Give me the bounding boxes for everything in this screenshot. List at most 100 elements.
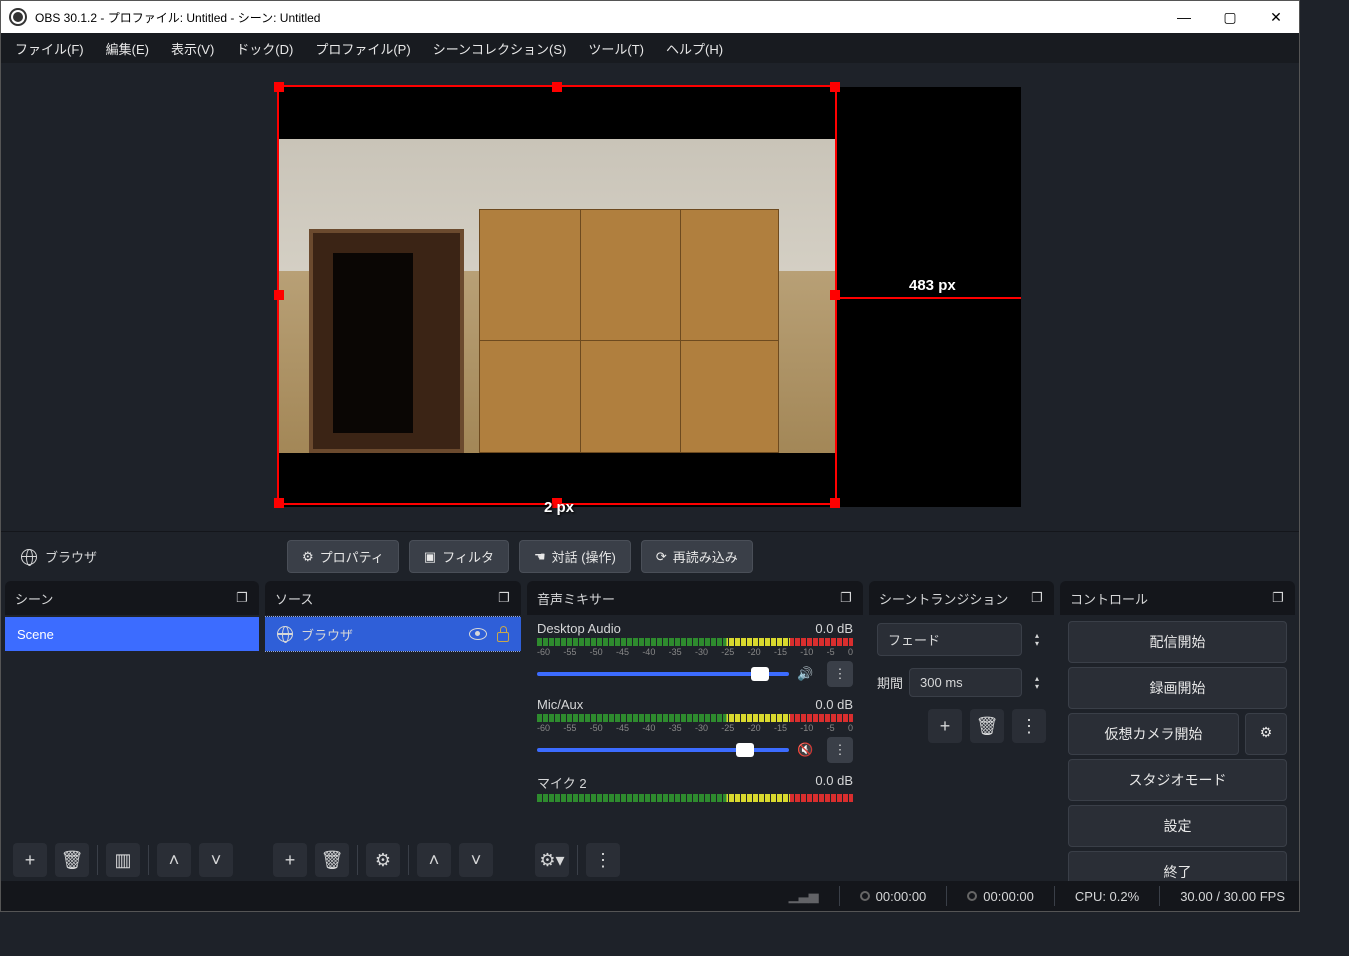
remove-transition-button[interactable]: 🗑 (970, 709, 1004, 743)
mixer-settings-button[interactable]: ⚙▾ (535, 843, 569, 877)
channel-level: 0.0 dB (815, 697, 853, 712)
menu-help[interactable]: ヘルプ(H) (656, 35, 733, 62)
volume-slider[interactable] (537, 748, 789, 752)
filter-icon: ▣ (424, 549, 436, 565)
menu-dock[interactable]: ドック(D) (226, 35, 303, 62)
cpu-status: CPU: 0.2% (1075, 889, 1139, 904)
studio-mode-button[interactable]: スタジオモード (1068, 759, 1287, 801)
speaker-muted-icon[interactable]: 🔇 (797, 742, 819, 758)
interact-button[interactable]: ☚対話 (操作) (519, 540, 631, 573)
start-recording-button[interactable]: 録画開始 (1068, 667, 1287, 709)
menu-edit[interactable]: 編集(E) (96, 35, 159, 62)
maximize-button[interactable]: ▢ (1207, 1, 1253, 33)
remove-source-button[interactable]: 🗑 (315, 843, 349, 877)
selection-box[interactable] (277, 85, 837, 505)
channel-name: Desktop Audio (537, 621, 621, 636)
sources-title: ソース (275, 589, 313, 608)
popout-icon[interactable]: ❐ (1026, 587, 1048, 609)
source-properties-button[interactable]: ⚙ (366, 843, 400, 877)
browser-source-icon (277, 626, 293, 642)
channel-name: マイク 2 (537, 773, 587, 792)
resize-handle-ml[interactable] (274, 290, 284, 300)
popout-icon[interactable]: ❐ (835, 587, 857, 609)
live-indicator-icon (860, 891, 870, 901)
transition-spinner[interactable]: ▴▾ (1028, 633, 1046, 647)
window-title: OBS 30.1.2 - プロファイル: Untitled - シーン: Unt… (35, 9, 1161, 26)
scene-down-button[interactable]: ˅ (199, 843, 233, 877)
scene-filter-button[interactable]: ▥ (106, 843, 140, 877)
properties-button[interactable]: ⚙プロパティ (287, 540, 399, 573)
channel-level: 0.0 dB (815, 621, 853, 636)
menu-view[interactable]: 表示(V) (161, 35, 224, 62)
start-streaming-button[interactable]: 配信開始 (1068, 621, 1287, 663)
controls-panel: コントロール ❐ 配信開始 録画開始 仮想カメラ開始 ⚙ スタジオモード 設定 終… (1060, 581, 1295, 881)
app-window: OBS 30.1.2 - プロファイル: Untitled - シーン: Unt… (0, 0, 1300, 912)
minimize-button[interactable]: — (1161, 1, 1207, 33)
resize-handle-tm[interactable] (552, 82, 562, 92)
channel-menu-button[interactable]: ⋮ (827, 661, 853, 687)
menu-file[interactable]: ファイル(F) (5, 35, 94, 62)
scene-item[interactable]: Scene (5, 617, 259, 651)
lock-toggle-icon[interactable] (497, 632, 509, 642)
scenes-panel: シーン ❐ Scene + 🗑 ▥ ˄ ˅ (5, 581, 259, 881)
resize-handle-tr[interactable] (830, 82, 840, 92)
titlebar[interactable]: OBS 30.1.2 - プロファイル: Untitled - シーン: Unt… (1, 1, 1299, 33)
menu-profile[interactable]: プロファイル(P) (305, 35, 420, 62)
add-scene-button[interactable]: + (13, 843, 47, 877)
audio-meter (537, 638, 853, 646)
duration-label: 期間 (877, 673, 903, 692)
transition-select[interactable]: フェード (877, 623, 1022, 656)
resize-handle-tl[interactable] (274, 82, 284, 92)
rec-indicator-icon (967, 891, 977, 901)
exit-button[interactable]: 終了 (1068, 851, 1287, 881)
status-bar: ▁▃▅ 00:00:00 00:00:00 CPU: 0.2% 30.00 / … (1, 881, 1299, 911)
db-scale: -60-55-50-45-40-35-30-25-20-15-10-50 (537, 647, 853, 657)
rec-time: 00:00:00 (983, 889, 1034, 904)
audio-mixer-panel: 音声ミキサー ❐ Desktop Audio 0.0 dB -60-55-50-45… (527, 581, 863, 881)
volume-slider[interactable] (537, 672, 789, 676)
scene-up-button[interactable]: ˄ (157, 843, 191, 877)
duration-input[interactable]: 300 ms (909, 668, 1022, 697)
menu-scene-collection[interactable]: シーンコレクション(S) (423, 35, 577, 62)
mixer-channel: Mic/Aux0.0 dB -60-55-50-45-40-35-30-25-2… (527, 693, 863, 763)
popout-icon[interactable]: ❐ (493, 587, 515, 609)
remove-scene-button[interactable]: 🗑 (55, 843, 89, 877)
dimension-width-label: 483 px (909, 277, 956, 294)
add-source-button[interactable]: + (273, 843, 307, 877)
mixer-title: 音声ミキサー (537, 589, 615, 608)
speaker-icon[interactable]: 🔊 (797, 666, 819, 682)
transition-menu-button[interactable]: ⋮ (1012, 709, 1046, 743)
sources-panel: ソース ❐ ブラウザ + 🗑 ⚙ ˄ ˅ (265, 581, 521, 881)
close-button[interactable]: ✕ (1253, 1, 1299, 33)
visibility-toggle-icon[interactable] (469, 628, 487, 640)
controls-title: コントロール (1070, 589, 1148, 608)
scenes-title: シーン (15, 589, 53, 608)
network-status-icon: ▁▃▅ (789, 888, 819, 904)
dock-panels: シーン ❐ Scene + 🗑 ▥ ˄ ˅ ソース ❐ ブラウザ (1, 581, 1299, 881)
channel-menu-button[interactable]: ⋮ (827, 737, 853, 763)
preview-area[interactable]: 483 px 2 px (1, 63, 1299, 531)
resize-handle-bl[interactable] (274, 498, 284, 508)
popout-icon[interactable]: ❐ (231, 587, 253, 609)
mixer-menu-button[interactable]: ⋮ (586, 843, 620, 877)
dimension-bottom-label: 2 px (544, 499, 574, 516)
virtual-camera-settings-button[interactable]: ⚙ (1245, 713, 1287, 755)
browser-source-icon (21, 549, 37, 565)
resize-handle-br[interactable] (830, 498, 840, 508)
source-down-button[interactable]: ˅ (459, 843, 493, 877)
refresh-button[interactable]: ⟳再読み込み (641, 540, 753, 573)
audio-meter (537, 794, 853, 802)
preview-canvas[interactable]: 483 px 2 px (279, 87, 1021, 507)
source-item[interactable]: ブラウザ (265, 617, 521, 651)
settings-button[interactable]: 設定 (1068, 805, 1287, 847)
mixer-channel: マイク 20.0 dB (527, 769, 863, 802)
filters-button[interactable]: ▣フィルタ (409, 540, 509, 573)
source-up-button[interactable]: ˄ (417, 843, 451, 877)
db-scale: -60-55-50-45-40-35-30-25-20-15-10-50 (537, 723, 853, 733)
transitions-panel: シーントランジション❐ フェード ▴▾ 期間 300 ms ▴▾ + 🗑 ⋮ (869, 581, 1054, 881)
duration-spinner[interactable]: ▴▾ (1028, 676, 1046, 690)
virtual-camera-button[interactable]: 仮想カメラ開始 (1068, 713, 1239, 755)
add-transition-button[interactable]: + (928, 709, 962, 743)
menu-tools[interactable]: ツール(T) (578, 35, 654, 62)
popout-icon[interactable]: ❐ (1267, 587, 1289, 609)
